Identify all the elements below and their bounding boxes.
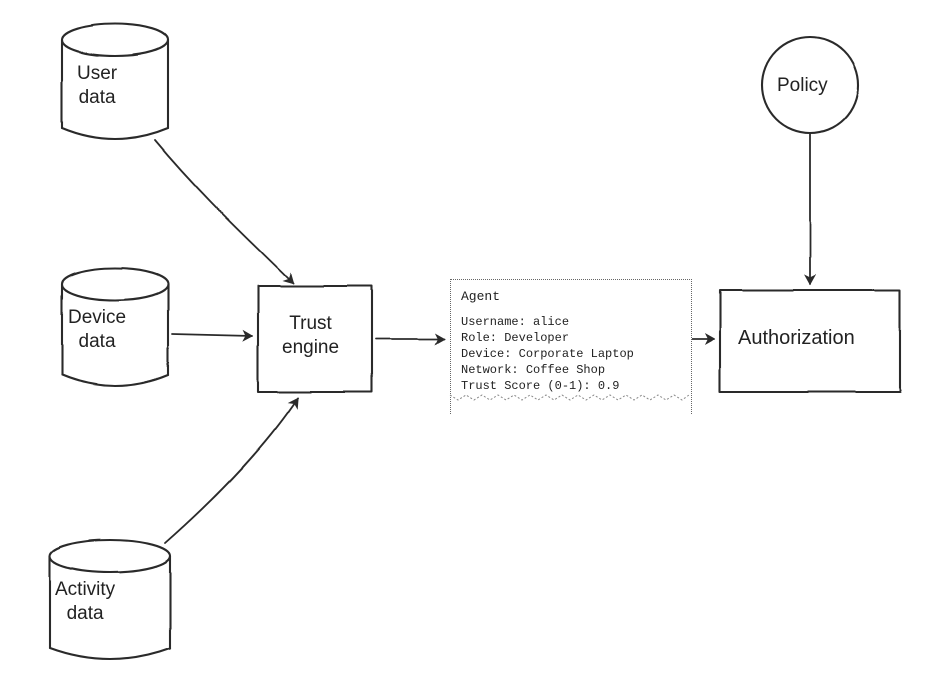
label-trust-engine: Trust engine [282,312,339,360]
label-user-data: User data [77,62,117,110]
agent-row-device: Device: Corporate Laptop [461,346,681,362]
agent-username-value: alice [533,315,569,329]
agent-role-value: Developer [504,331,569,345]
agent-row-username: Username: alice [461,314,681,330]
label-authorization: Authorization [738,326,855,351]
label-policy: Policy [777,74,828,98]
agent-row-network: Network: Coffee Shop [461,362,681,378]
agent-network-value: Coffee Shop [526,363,605,377]
agent-trust-value: 0.9 [598,379,620,393]
agent-device-label: Device: [461,347,511,361]
agent-device-value: Corporate Laptop [519,347,634,361]
label-activity-data: Activity data [55,578,115,626]
label-device-data: Device data [68,306,126,354]
arrow-device-to-trust [172,334,252,336]
agent-row-trust: Trust Score (0-1): 0.9 [461,378,681,394]
agent-trust-label: Trust Score (0-1): [461,379,591,393]
diagram-stage: User data Device data Activity data Trus… [0,0,930,681]
agent-role-label: Role: [461,331,497,345]
agent-username-label: Username: [461,315,526,329]
agent-row-role: Role: Developer [461,330,681,346]
arrow-user-to-trust [155,140,293,283]
agent-title: Agent [461,288,681,306]
arrow-activity-to-trust [165,398,298,543]
agent-card: Agent Username: alice Role: Developer De… [450,279,692,414]
agent-network-label: Network: [461,363,519,377]
